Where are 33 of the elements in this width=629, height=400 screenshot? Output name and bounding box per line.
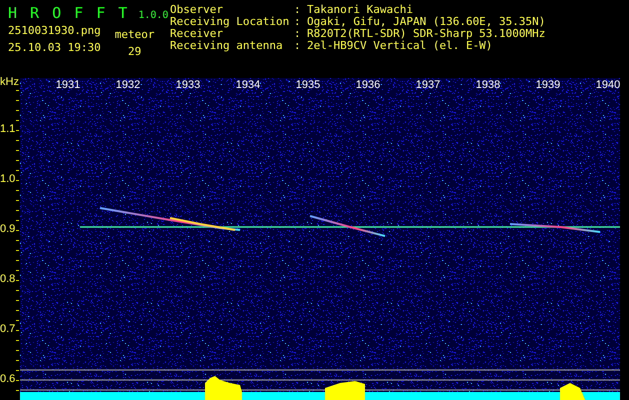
meteor-count: 29 [128,45,142,58]
file-name: 2510031930.png [8,24,101,37]
info-value: Takanori Kawachi [307,4,413,16]
meteor-label: meteor [114,28,154,41]
info-separator: : [294,4,302,16]
info-separator: : [294,40,302,52]
axis-unit: kHz [0,76,19,88]
y-tick-label: 0.8 [0,273,15,285]
info-separator: : [294,28,302,40]
y-tick-label: 0.9 [0,223,15,235]
x-tick-label: 1936 [354,79,382,91]
y-tick-label: 1.1 [0,123,15,135]
date-time: 25.10.03 19:30 [8,41,101,54]
x-tick-label: 1931 [54,79,82,91]
x-tick-label: 1932 [114,79,142,91]
x-tick-label: 1933 [174,79,202,91]
info-label: Receiver [170,28,223,40]
x-tick-label: 1939 [534,79,562,91]
info-separator: : [294,16,302,28]
info-label: Receiving antenna [170,40,284,52]
y-tick-label: 0.7 [0,323,15,335]
x-tick-label: 1937 [414,79,442,91]
info-label: Observer [170,4,224,16]
x-tick-label: 1940 [594,79,622,91]
info-label: Receiving Location [170,16,290,28]
info-value: R820T2(RTL-SDR) SDR-Sharp 53.1000MHz [307,28,546,40]
y-tick-label: 1.0 [0,173,15,185]
y-tick-label: 0.6 [0,373,15,385]
app-name: H R O F F T [8,4,128,22]
info-value: 2el-HB9CV Vertical (el. E-W) [307,40,492,52]
info-value: Ogaki, Gifu, JAPAN (136.60E, 35.35N) [307,16,546,28]
x-tick-label: 1935 [294,79,322,91]
app-version: 1.0.0 [138,10,168,21]
